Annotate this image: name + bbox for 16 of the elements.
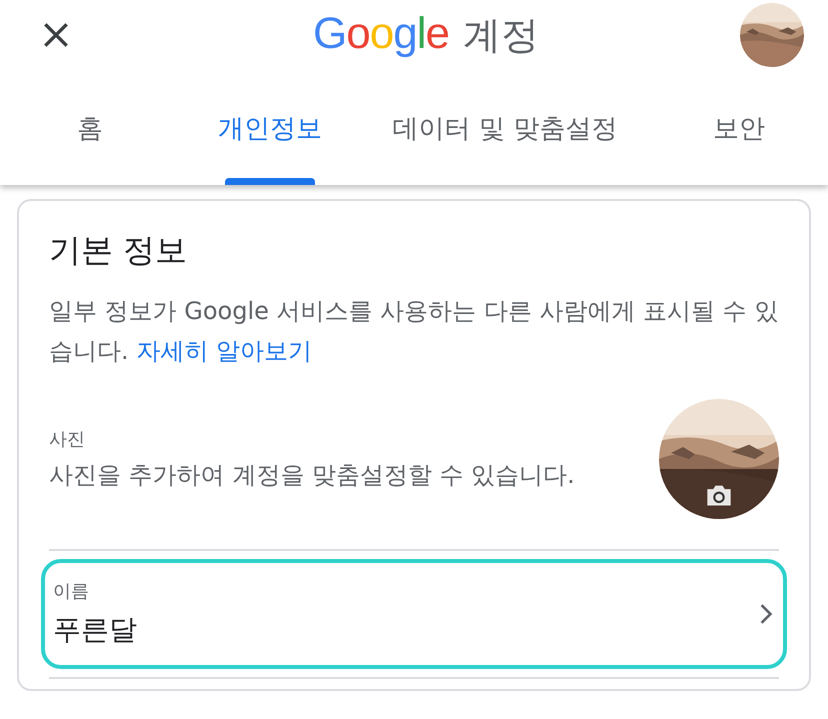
chevron-right-icon bbox=[759, 603, 773, 625]
section-title: 기본 정보 bbox=[49, 230, 188, 271]
app-title: 계정 bbox=[462, 12, 539, 59]
tab[interactable]: 홈 bbox=[0, 70, 180, 185]
learn-more-link[interactable]: 자세히 알아보기 bbox=[136, 337, 312, 365]
google-logo: Google bbox=[313, 9, 449, 59]
name-value: 푸른달 bbox=[53, 612, 137, 648]
name-label: 이름 bbox=[53, 580, 90, 603]
section-description: 일부 정보가 Google 서비스를 사용하는 다른 사람에게 표시될 수 있습니다. 자세히 알아보기 bbox=[49, 296, 779, 367]
camera-icon bbox=[705, 483, 733, 507]
tab[interactable]: 보안 bbox=[650, 70, 828, 185]
tab[interactable]: 데이터 및 맞춤설정 bbox=[360, 70, 650, 185]
photo-label: 사진 bbox=[49, 428, 86, 451]
highlight-outline[interactable]: 이름 푸른달 bbox=[41, 559, 787, 669]
tab[interactable]: 개인정보 bbox=[180, 70, 360, 185]
photo-text: 사진을 추가하여 계정을 맞춤설정할 수 있습니다. bbox=[49, 460, 575, 491]
